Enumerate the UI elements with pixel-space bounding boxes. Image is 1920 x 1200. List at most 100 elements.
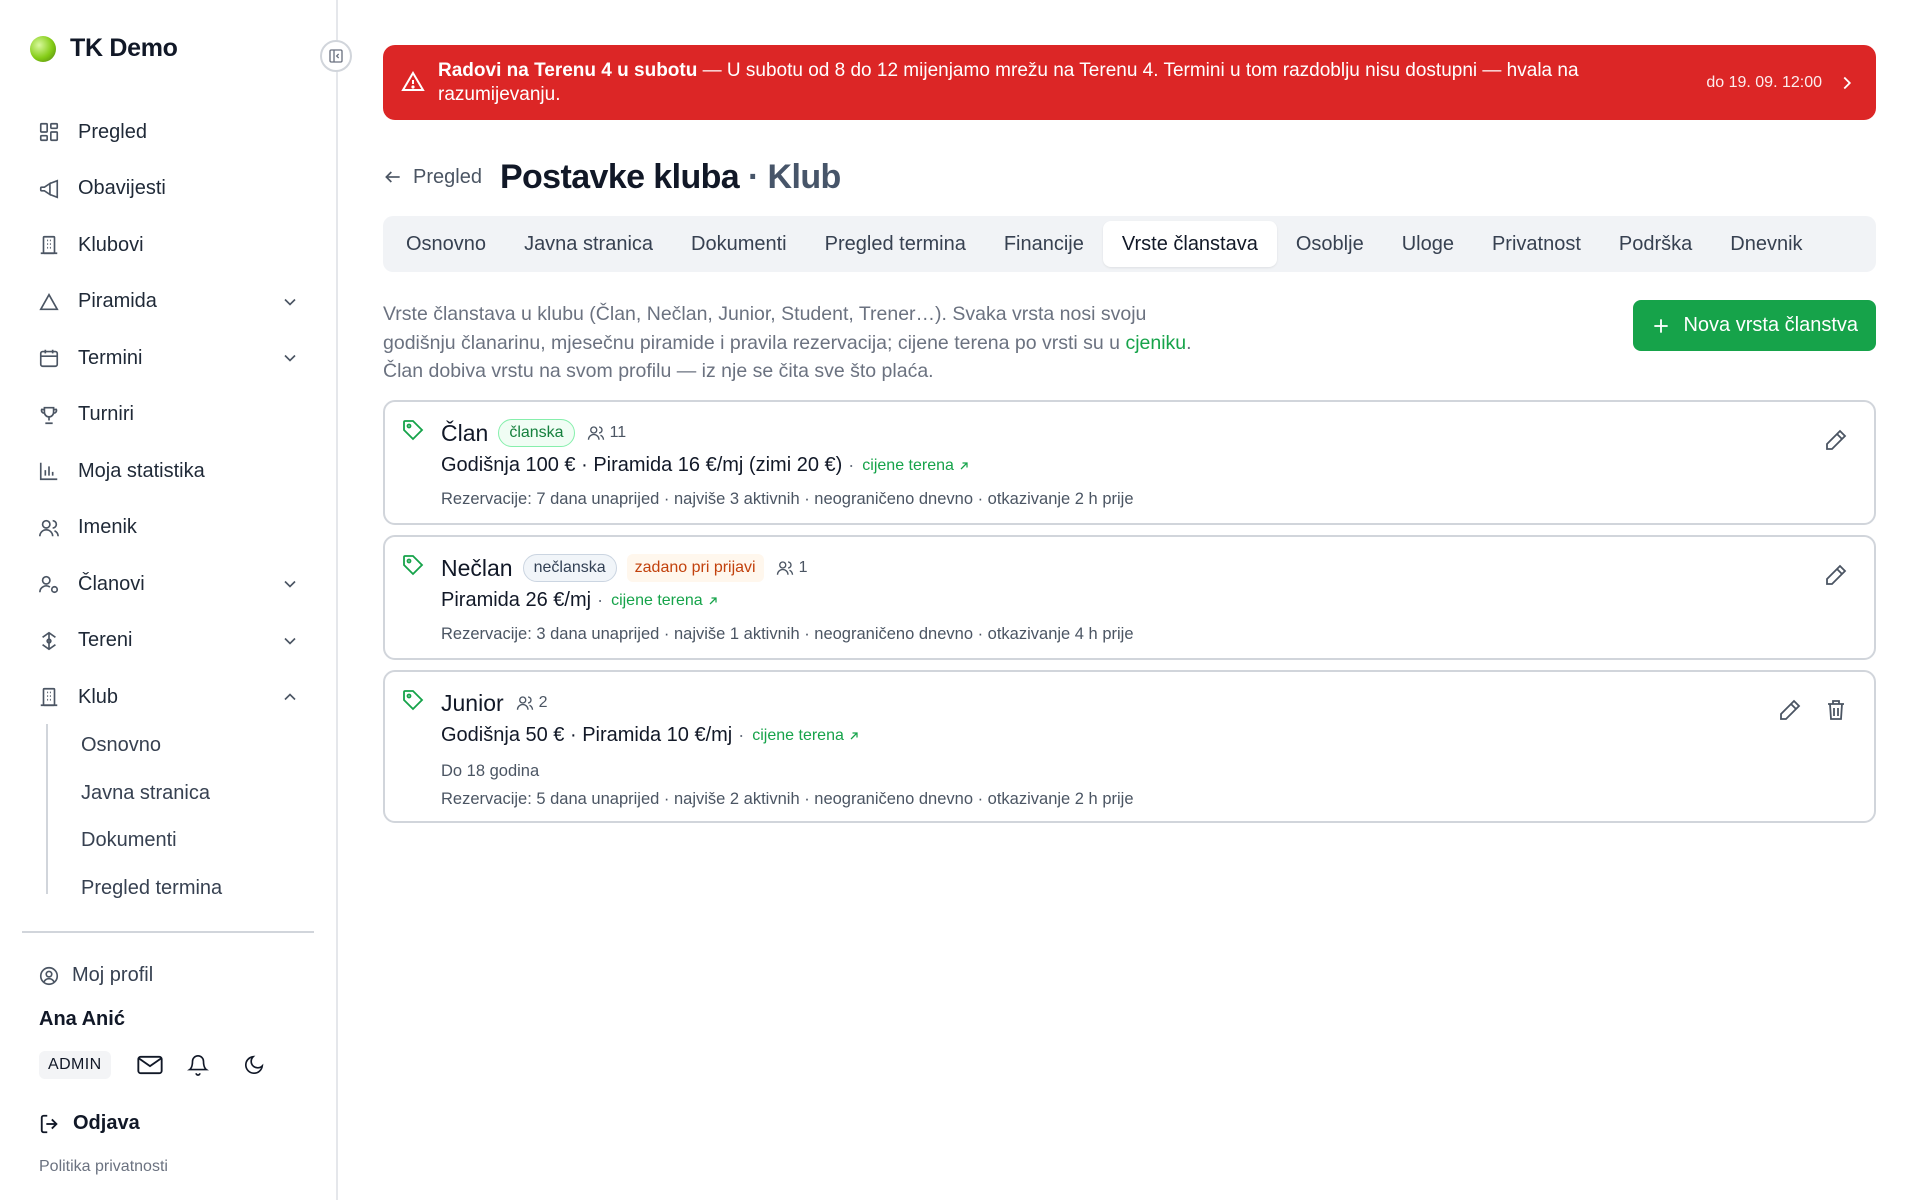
reservation-rules: Rezervacije: 7 dana unaprijed · najviše … bbox=[441, 490, 1134, 508]
tab-pregled-termina[interactable]: Pregled termina bbox=[806, 221, 985, 267]
trash-icon[interactable] bbox=[1824, 698, 1848, 722]
membership-card: Nečlan nečlanska zadano pri prijavi 1 Pi… bbox=[383, 535, 1876, 660]
intro-text: Vrste članstava u klubu (Član, Nečlan, J… bbox=[383, 300, 1223, 386]
nav-item-imenik[interactable]: Imenik bbox=[22, 500, 314, 557]
member-count: 2 bbox=[516, 694, 548, 712]
chevron-up-icon bbox=[284, 693, 296, 701]
prices-text: Godišnja 100 € · Piramida 16 €/mj (zimi … bbox=[441, 454, 843, 476]
nav-label: Piramida bbox=[78, 290, 157, 313]
new-membership-button[interactable]: Nova vrsta članstva bbox=[1633, 300, 1876, 351]
member-count: 11 bbox=[587, 424, 626, 442]
membership-card: Junior 2 Godišnja 50 € · Piramida 10 €/m… bbox=[383, 670, 1876, 823]
users-icon bbox=[516, 696, 533, 710]
users-icon bbox=[776, 561, 793, 575]
membership-card: Član članska 11 Godišnja 100 € · Piramid… bbox=[383, 400, 1876, 525]
arrow-up-right-icon bbox=[960, 461, 968, 469]
chevron-down-icon bbox=[284, 298, 296, 306]
tab-vrste-clanstava[interactable]: Vrste članstava bbox=[1102, 221, 1277, 267]
submenu-item-javna-stranica[interactable]: Javna stranica bbox=[22, 770, 314, 818]
edit-icon[interactable] bbox=[1824, 428, 1848, 452]
nav-item-tereni[interactable]: Tereni bbox=[22, 613, 314, 670]
arrow-up-right-icon bbox=[850, 731, 858, 739]
court-prices-label: cijene terena bbox=[611, 591, 703, 609]
nav-item-moja-statistika[interactable]: Moja statistika bbox=[22, 443, 314, 500]
tennis-ball-logo bbox=[30, 35, 56, 62]
nav-item-piramida[interactable]: Piramida bbox=[22, 274, 314, 331]
theme-toggle-button[interactable] bbox=[239, 1050, 269, 1080]
tag-icon bbox=[403, 690, 424, 711]
collapse-sidebar-button[interactable] bbox=[320, 40, 352, 72]
moon-icon bbox=[244, 1055, 263, 1075]
page-header: Pregled Postavke kluba · Klub bbox=[383, 155, 841, 199]
brand[interactable]: TK Demo bbox=[30, 34, 178, 63]
title-main: Postavke kluba bbox=[499, 157, 740, 196]
triangle-icon bbox=[39, 292, 59, 310]
membership-header: Nečlan nečlanska zadano pri prijavi 1 bbox=[441, 553, 808, 583]
main-nav: Pregled Obavijesti Klubovi Piramida Term… bbox=[22, 104, 314, 726]
submenu-item-osnovno[interactable]: Osnovno bbox=[22, 722, 314, 770]
user-name: Ana Anić bbox=[39, 1008, 125, 1030]
edit-icon[interactable] bbox=[1778, 698, 1802, 722]
membership-header: Junior 2 bbox=[441, 688, 548, 718]
nav-label: Termini bbox=[78, 346, 143, 369]
privacy-policy-link[interactable]: Politika privatnosti bbox=[39, 1158, 168, 1176]
membership-prices: Godišnja 50 € · Piramida 10 €/mj · cijene… bbox=[441, 724, 860, 747]
default-badge: zadano pri prijavi bbox=[626, 554, 764, 582]
arrow-up-right-icon bbox=[709, 596, 717, 604]
nav-item-klub[interactable]: Klub bbox=[22, 669, 314, 726]
member-count-value: 2 bbox=[538, 694, 548, 711]
submenu-item-dokumenti[interactable]: Dokumenti bbox=[22, 817, 314, 865]
arrow-left-icon bbox=[385, 171, 400, 183]
chevron-right-icon bbox=[1843, 76, 1852, 90]
tab-financije[interactable]: Financije bbox=[985, 221, 1103, 267]
nav-item-turniri[interactable]: Turniri bbox=[22, 387, 314, 444]
court-prices-link[interactable]: · cijene terena bbox=[597, 590, 719, 611]
membership-prices: Godišnja 100 € · Piramida 16 €/mj (zimi … bbox=[441, 454, 970, 477]
users-icon bbox=[587, 426, 604, 440]
tab-dokumenti[interactable]: Dokumenti bbox=[672, 221, 806, 267]
membership-prices: Piramida 26 €/mj · cijene terena bbox=[441, 589, 719, 612]
prices-text: Piramida 26 €/mj bbox=[441, 589, 592, 611]
court-prices-link[interactable]: · cijene terena bbox=[738, 725, 860, 746]
logout-button[interactable]: Odjava bbox=[39, 1112, 140, 1135]
building-icon bbox=[40, 688, 58, 707]
nav-label: Pregled bbox=[78, 120, 147, 143]
notifications-button[interactable] bbox=[183, 1050, 213, 1080]
court-icon bbox=[42, 631, 56, 651]
chevron-down-icon bbox=[284, 637, 296, 645]
edit-icon[interactable] bbox=[1824, 563, 1848, 587]
nav-item-termini[interactable]: Termini bbox=[22, 330, 314, 387]
user-circle-icon bbox=[39, 966, 59, 985]
tab-javna-stranica[interactable]: Javna stranica bbox=[505, 221, 672, 267]
nav-label: Turniri bbox=[78, 403, 134, 426]
reservation-rules: Rezervacije: 3 dana unaprijed · najviše … bbox=[441, 625, 1134, 643]
tab-privatnost[interactable]: Privatnost bbox=[1473, 221, 1600, 267]
membership-header: Član članska 11 bbox=[441, 418, 626, 448]
membership-note: Do 18 godina bbox=[441, 762, 540, 780]
brand-name: TK Demo bbox=[70, 34, 178, 62]
nav-item-clanovi[interactable]: Članovi bbox=[22, 556, 314, 613]
messages-button[interactable] bbox=[135, 1050, 165, 1080]
tag-icon bbox=[403, 555, 424, 576]
tab-osnovno[interactable]: Osnovno bbox=[387, 221, 505, 267]
role-badge: ADMIN bbox=[39, 1051, 111, 1079]
tab-osoblje[interactable]: Osoblje bbox=[1277, 221, 1383, 267]
my-profile-link[interactable]: Moj profil bbox=[38, 964, 153, 987]
membership-name: Junior bbox=[441, 689, 504, 716]
price-list-link[interactable]: cjeniku bbox=[1125, 332, 1186, 354]
back-link[interactable]: Pregled bbox=[383, 166, 482, 189]
nav-item-pregled[interactable]: Pregled bbox=[22, 104, 314, 161]
nav-label: Klubovi bbox=[78, 233, 144, 256]
court-prices-link[interactable]: · cijene terena bbox=[848, 455, 970, 476]
nav-item-obavijesti[interactable]: Obavijesti bbox=[22, 161, 314, 218]
tab-uloge[interactable]: Uloge bbox=[1383, 221, 1473, 267]
nav-item-klubovi[interactable]: Klubovi bbox=[22, 217, 314, 274]
warning-icon bbox=[401, 71, 425, 91]
tab-podrska[interactable]: Podrška bbox=[1600, 221, 1711, 267]
submenu-item-pregled-termina[interactable]: Pregled termina bbox=[22, 865, 314, 901]
logout-label: Odjava bbox=[73, 1112, 140, 1134]
tab-dnevnik[interactable]: Dnevnik bbox=[1711, 221, 1821, 267]
announcement-banner[interactable]: Radovi na Terenu 4 u subotu — U subotu o… bbox=[383, 45, 1876, 120]
membership-name: Nečlan bbox=[441, 554, 513, 581]
nav-label: Moja statistika bbox=[78, 459, 205, 482]
